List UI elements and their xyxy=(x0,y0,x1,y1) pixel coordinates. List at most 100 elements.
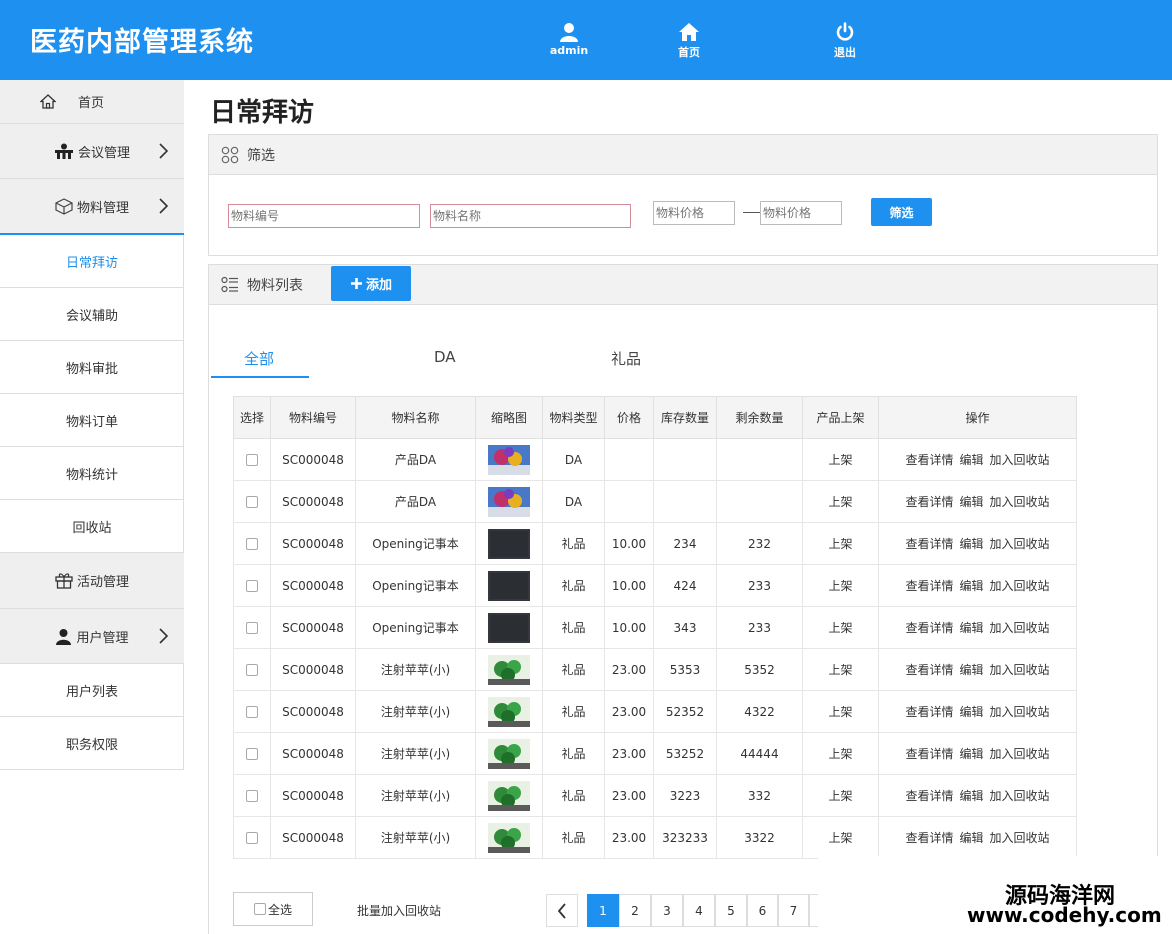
view-details-link[interactable]: 查看详情 xyxy=(905,495,953,509)
filter-button[interactable]: 筛选 xyxy=(871,198,932,226)
row-thumbnail xyxy=(475,816,543,859)
row-select-cell xyxy=(233,480,271,523)
view-details-link[interactable]: 查看详情 xyxy=(905,747,953,761)
filter-title: 筛选 xyxy=(247,147,275,164)
row-code: SC000048 xyxy=(270,564,356,607)
recycle-link[interactable]: 加入回收站 xyxy=(990,453,1050,467)
row-thumbnail xyxy=(475,690,543,733)
gift-icon xyxy=(55,572,73,589)
sidebar-item-material[interactable]: 物料管理 xyxy=(0,179,184,233)
table-row: SC000048 产品DA DA 上架 查看详情 编辑 加入回收站 xyxy=(233,480,1077,523)
recycle-link[interactable]: 加入回收站 xyxy=(990,747,1050,761)
row-checkbox[interactable] xyxy=(246,706,258,718)
chevron-right-icon xyxy=(158,143,168,159)
sidebar-item-meeting[interactable]: 会议管理 xyxy=(0,124,184,179)
edit-link[interactable]: 编辑 xyxy=(959,789,983,803)
row-stock: 343 xyxy=(653,606,717,649)
row-remain: 233 xyxy=(716,606,803,649)
price-min-input[interactable] xyxy=(653,201,735,225)
sidebar-item-meeting-assist[interactable]: 会议辅助 xyxy=(0,288,184,341)
home-button[interactable]: 首页 xyxy=(659,22,719,60)
edit-link[interactable]: 编辑 xyxy=(959,831,983,845)
page-button[interactable]: 7 xyxy=(778,894,809,927)
thumbnail-image xyxy=(488,696,530,727)
user-icon xyxy=(55,628,72,645)
edit-link[interactable]: 编辑 xyxy=(959,663,983,677)
recycle-link[interactable]: 加入回收站 xyxy=(990,831,1050,845)
row-remain: 5352 xyxy=(716,648,803,691)
edit-link[interactable]: 编辑 xyxy=(959,621,983,635)
select-all-button[interactable]: 全选 xyxy=(233,892,313,926)
edit-link[interactable]: 编辑 xyxy=(959,495,983,509)
row-checkbox[interactable] xyxy=(246,538,258,550)
edit-link[interactable]: 编辑 xyxy=(959,579,983,593)
row-checkbox[interactable] xyxy=(246,496,258,508)
view-details-link[interactable]: 查看详情 xyxy=(905,579,953,593)
recycle-link[interactable]: 加入回收站 xyxy=(990,663,1050,677)
logout-label: 退出 xyxy=(834,46,856,59)
row-status: 上架 xyxy=(802,816,879,859)
row-stock: 424 xyxy=(653,564,717,607)
sidebar-item-home[interactable]: 首页 xyxy=(0,80,184,124)
page-button[interactable]: 2 xyxy=(619,894,651,927)
page-button[interactable]: 4 xyxy=(683,894,715,927)
view-details-link[interactable]: 查看详情 xyxy=(905,537,953,551)
page-button[interactable]: 5 xyxy=(715,894,747,927)
row-status: 上架 xyxy=(802,648,879,691)
sidebar-item-recycle-bin[interactable]: 回收站 xyxy=(0,500,184,553)
edit-link[interactable]: 编辑 xyxy=(959,747,983,761)
tab-gift[interactable]: 礼品 xyxy=(611,348,641,369)
price-max-input[interactable] xyxy=(760,201,842,225)
row-checkbox[interactable] xyxy=(246,454,258,466)
sidebar-item-material-order[interactable]: 物料订单 xyxy=(0,394,184,447)
edit-link[interactable]: 编辑 xyxy=(959,453,983,467)
sidebar-item-user-mgmt[interactable]: 用户管理 xyxy=(0,609,184,664)
sidebar-item-material-approval[interactable]: 物料审批 xyxy=(0,341,184,394)
recycle-link[interactable]: 加入回收站 xyxy=(990,579,1050,593)
recycle-link[interactable]: 加入回收站 xyxy=(990,705,1050,719)
table-row: SC000048 注射苹苹(小) 礼品 23.00 52352 4322 上架 查看详情 编辑加… xyxy=(233,690,1077,733)
tab-all[interactable]: 全部 xyxy=(244,348,274,369)
batch-recycle-button[interactable]: 批量加入回收站 xyxy=(357,902,441,919)
col-type: 物料类型 xyxy=(542,396,605,439)
sidebar-item-daily-visit[interactable]: 日常拜访 xyxy=(0,235,184,288)
row-checkbox[interactable] xyxy=(246,790,258,802)
view-details-link[interactable]: 查看详情 xyxy=(905,663,953,677)
recycle-link[interactable]: 加入回收站 xyxy=(990,789,1050,803)
admin-button[interactable]: admin xyxy=(539,22,599,57)
list-icon xyxy=(221,276,239,294)
recycle-link[interactable]: 加入回收站 xyxy=(990,621,1050,635)
add-button[interactable]: 添加 xyxy=(331,266,411,301)
material-code-input[interactable] xyxy=(228,204,420,228)
row-actions: 查看详情 编辑 加入回收站 xyxy=(878,648,1077,691)
view-details-link[interactable]: 查看详情 xyxy=(905,789,953,803)
logout-button[interactable]: 退出 xyxy=(815,22,875,60)
view-details-link[interactable]: 查看详情 xyxy=(905,453,953,467)
sidebar-item-job-permission[interactable]: 职务权限 xyxy=(0,717,184,770)
page-button[interactable]: 1 xyxy=(587,894,619,927)
recycle-link[interactable]: 加入回收站 xyxy=(990,495,1050,509)
page-button[interactable]: 3 xyxy=(651,894,683,927)
row-checkbox[interactable] xyxy=(246,664,258,676)
prev-page-button[interactable] xyxy=(546,894,578,927)
view-details-link[interactable]: 查看详情 xyxy=(905,621,953,635)
material-name-input[interactable] xyxy=(430,204,631,228)
sidebar-item-user-list[interactable]: 用户列表 xyxy=(0,664,184,717)
edit-link[interactable]: 编辑 xyxy=(959,705,983,719)
select-all-checkbox[interactable] xyxy=(253,903,266,915)
col-select: 选择 xyxy=(233,396,271,439)
recycle-link[interactable]: 加入回收站 xyxy=(990,537,1050,551)
edit-link[interactable]: 编辑 xyxy=(959,537,983,551)
sidebar-item-activity[interactable]: 活动管理 xyxy=(0,553,184,609)
page-button[interactable]: 6 xyxy=(747,894,778,927)
row-checkbox[interactable] xyxy=(246,832,258,844)
sidebar-item-material-stats[interactable]: 物料统计 xyxy=(0,447,184,500)
row-checkbox[interactable] xyxy=(246,622,258,634)
tab-da[interactable]: DA xyxy=(434,348,456,366)
row-checkbox[interactable] xyxy=(246,580,258,592)
col-thumb: 缩略图 xyxy=(475,396,543,439)
view-details-link[interactable]: 查看详情 xyxy=(905,705,953,719)
row-checkbox[interactable] xyxy=(246,748,258,760)
view-details-link[interactable]: 查看详情 xyxy=(905,831,953,845)
col-price: 价格 xyxy=(604,396,654,439)
